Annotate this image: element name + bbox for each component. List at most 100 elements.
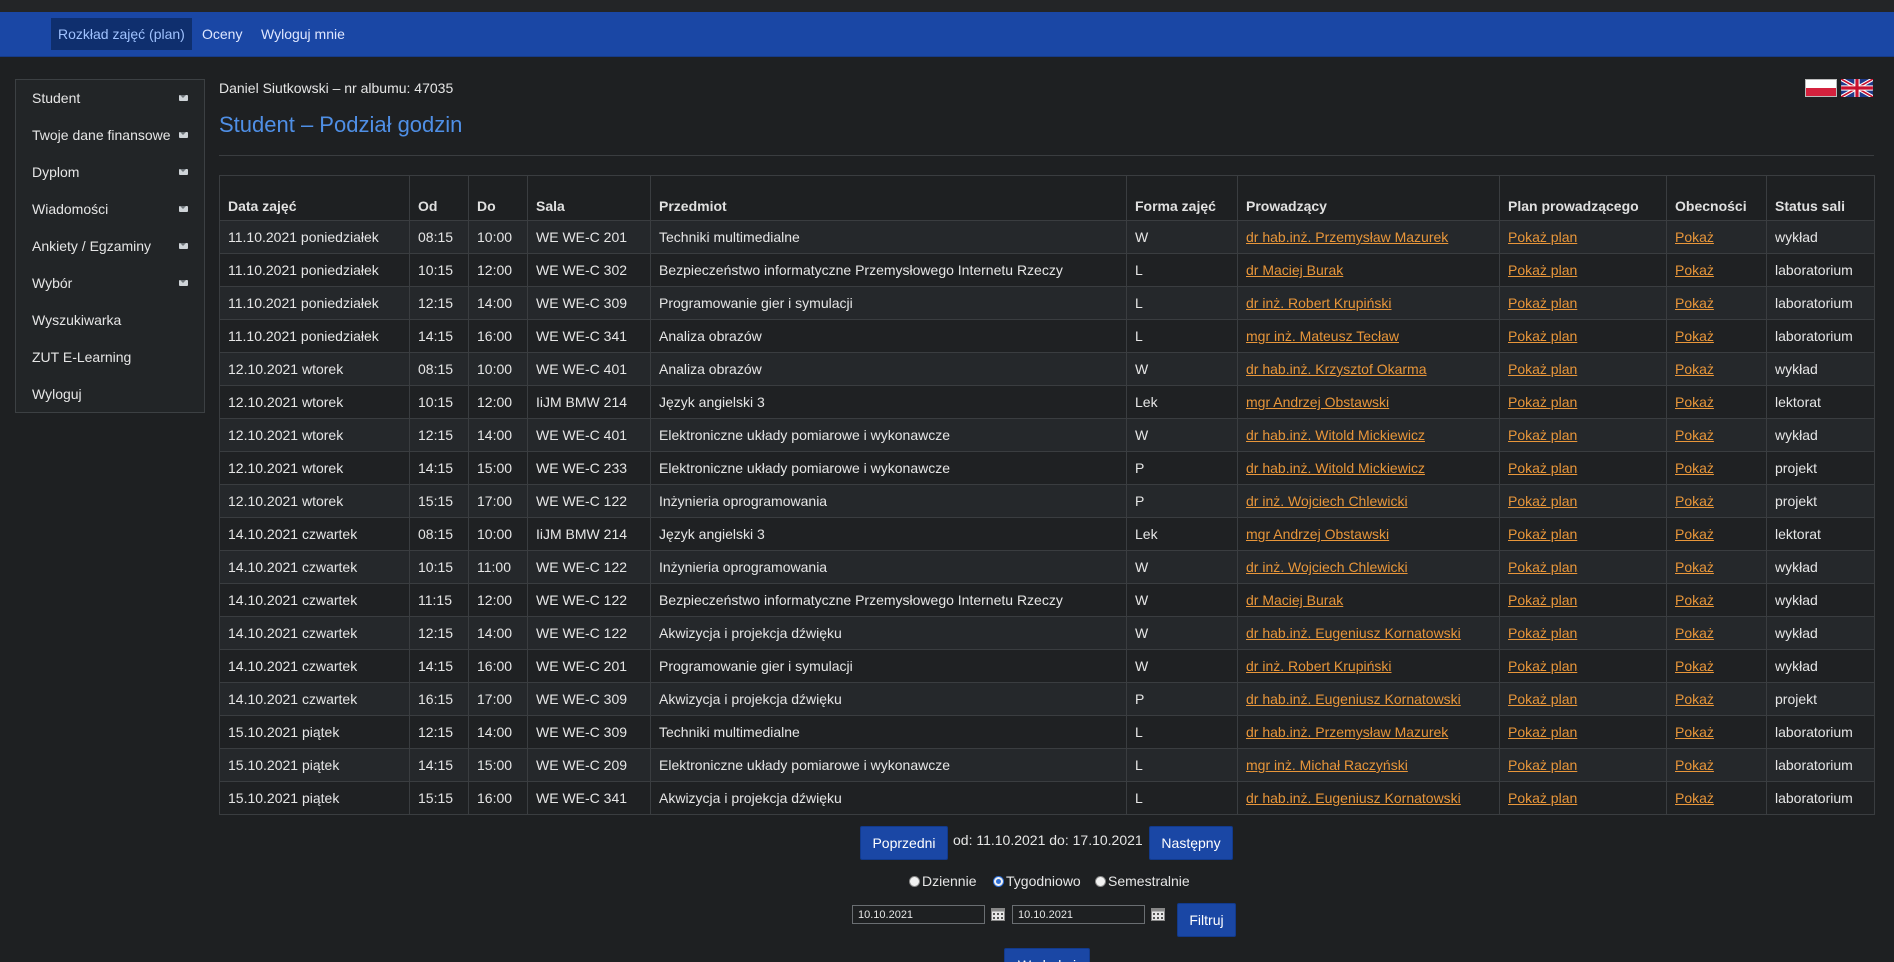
show-attendance-link[interactable]: Pokaż: [1675, 559, 1714, 575]
radio-weekly-circle[interactable]: [993, 876, 1004, 887]
lecturer-link[interactable]: dr Maciej Burak: [1246, 592, 1343, 608]
nav-schedule[interactable]: Rozkład zajęć (plan): [51, 18, 192, 50]
show-plan-link[interactable]: Pokaż plan: [1508, 361, 1577, 377]
cell-lecturer-plan: Pokaż plan: [1499, 748, 1667, 782]
cell-lecturer-plan: Pokaż plan: [1499, 649, 1667, 683]
show-attendance-link[interactable]: Pokaż: [1675, 229, 1714, 245]
radio-weekly[interactable]: Tygodniowo: [993, 872, 1081, 890]
uk-flag-icon[interactable]: [1841, 79, 1873, 97]
show-attendance-link[interactable]: Pokaż: [1675, 394, 1714, 410]
sidebar-item-diploma[interactable]: Dyplom: [16, 154, 204, 191]
nav-grades[interactable]: Oceny: [195, 18, 249, 50]
show-attendance-link[interactable]: Pokaż: [1675, 493, 1714, 509]
date-to-input[interactable]: [1012, 905, 1145, 924]
cell-form: Lek: [1126, 385, 1238, 419]
radio-semester-circle[interactable]: [1095, 876, 1106, 887]
cell-attendance: Pokaż: [1666, 253, 1767, 287]
nav-logout[interactable]: Wyloguj mnie: [254, 18, 352, 50]
cell-subject: Bezpieczeństwo informatyczne Przemysłowe…: [650, 253, 1127, 287]
envelope-icon: [179, 169, 188, 175]
show-attendance-link[interactable]: Pokaż: [1675, 526, 1714, 542]
lecturer-link[interactable]: mgr inż. Mateusz Tecław: [1246, 328, 1399, 344]
cell-to: 12:00: [468, 583, 528, 617]
lecturer-link[interactable]: dr hab.inż. Eugeniusz Kornatowski: [1246, 790, 1461, 806]
cell-room: WE WE-C 122: [527, 550, 651, 584]
lecturer-link[interactable]: dr hab.inż. Przemysław Mazurek: [1246, 724, 1448, 740]
show-plan-link[interactable]: Pokaż plan: [1508, 493, 1577, 509]
show-attendance-link[interactable]: Pokaż: [1675, 460, 1714, 476]
show-plan-link[interactable]: Pokaż plan: [1508, 691, 1577, 707]
cell-from: 15:15: [409, 484, 469, 518]
lecturer-link[interactable]: dr hab.inż. Witold Mickiewicz: [1246, 427, 1425, 443]
show-plan-link[interactable]: Pokaż plan: [1508, 262, 1577, 278]
lecturer-link[interactable]: mgr Andrzej Obstawski: [1246, 526, 1389, 542]
show-attendance-link[interactable]: Pokaż: [1675, 724, 1714, 740]
calendar-icon[interactable]: [1151, 908, 1165, 921]
lecturer-link[interactable]: dr hab.inż. Przemysław Mazurek: [1246, 229, 1448, 245]
sidebar-item-messages[interactable]: Wiadomości: [16, 191, 204, 228]
cell-form: L: [1126, 715, 1238, 749]
show-plan-link[interactable]: Pokaż plan: [1508, 229, 1577, 245]
sidebar-item-elearning[interactable]: ZUT E-Learning: [16, 339, 204, 376]
show-plan-link[interactable]: Pokaż plan: [1508, 460, 1577, 476]
show-attendance-link[interactable]: Pokaż: [1675, 592, 1714, 608]
show-plan-link[interactable]: Pokaż plan: [1508, 592, 1577, 608]
lecturer-link[interactable]: dr hab.inż. Eugeniusz Kornatowski: [1246, 691, 1461, 707]
lecturer-link[interactable]: dr hab.inż. Eugeniusz Kornatowski: [1246, 625, 1461, 641]
cell-to: 15:00: [468, 451, 528, 485]
cell-attendance: Pokaż: [1666, 352, 1767, 386]
lecturer-link[interactable]: dr inż. Robert Krupiński: [1246, 658, 1392, 674]
radio-semester[interactable]: Semestralnie: [1095, 872, 1190, 890]
lecturer-link[interactable]: dr hab.inż. Witold Mickiewicz: [1246, 460, 1425, 476]
lecturer-link[interactable]: mgr Andrzej Obstawski: [1246, 394, 1389, 410]
next-button[interactable]: Następny: [1149, 826, 1233, 860]
radio-daily[interactable]: Dziennie: [909, 872, 976, 890]
show-plan-link[interactable]: Pokaż plan: [1508, 328, 1577, 344]
lecturer-link[interactable]: dr inż. Wojciech Chlewicki: [1246, 493, 1408, 509]
table-row: 15.10.2021 piątek 15:15 16:00 WE WE-C 341 Ak…: [219, 781, 1875, 815]
lecturer-link[interactable]: dr Maciej Burak: [1246, 262, 1343, 278]
sidebar-item-surveys-exams[interactable]: Ankiety / Egzaminy: [16, 228, 204, 265]
show-attendance-link[interactable]: Pokaż: [1675, 262, 1714, 278]
cell-lecturer: mgr inż. Mateusz Tecław: [1237, 319, 1500, 353]
sidebar-item-student[interactable]: Student: [16, 80, 204, 117]
calendar-icon[interactable]: [991, 908, 1005, 921]
show-plan-link[interactable]: Pokaż plan: [1508, 394, 1577, 410]
show-attendance-link[interactable]: Pokaż: [1675, 361, 1714, 377]
show-plan-link[interactable]: Pokaż plan: [1508, 757, 1577, 773]
show-attendance-link[interactable]: Pokaż: [1675, 328, 1714, 344]
show-attendance-link[interactable]: Pokaż: [1675, 757, 1714, 773]
lecturer-link[interactable]: dr inż. Wojciech Chlewicki: [1246, 559, 1408, 575]
show-attendance-link[interactable]: Pokaż: [1675, 658, 1714, 674]
prev-button[interactable]: Poprzedni: [860, 826, 948, 860]
lecturer-link[interactable]: mgr inż. Michał Raczyński: [1246, 757, 1408, 773]
show-attendance-link[interactable]: Pokaż: [1675, 295, 1714, 311]
show-plan-link[interactable]: Pokaż plan: [1508, 427, 1577, 443]
show-attendance-link[interactable]: Pokaż: [1675, 625, 1714, 641]
lecturer-link[interactable]: dr hab.inż. Krzysztof Okarma: [1246, 361, 1427, 377]
show-attendance-link[interactable]: Pokaż: [1675, 790, 1714, 806]
show-plan-link[interactable]: Pokaż plan: [1508, 559, 1577, 575]
lecturer-link[interactable]: dr inż. Robert Krupiński: [1246, 295, 1392, 311]
sidebar-item-search[interactable]: Wyszukiwarka: [16, 302, 204, 339]
show-attendance-link[interactable]: Pokaż: [1675, 691, 1714, 707]
show-plan-link[interactable]: Pokaż plan: [1508, 658, 1577, 674]
cell-to: 12:00: [468, 253, 528, 287]
sidebar-item-choice[interactable]: Wybór: [16, 265, 204, 302]
show-plan-link[interactable]: Pokaż plan: [1508, 790, 1577, 806]
show-plan-link[interactable]: Pokaż plan: [1508, 526, 1577, 542]
show-plan-link[interactable]: Pokaż plan: [1508, 724, 1577, 740]
filter-button[interactable]: Filtruj: [1177, 903, 1236, 937]
col-header-subject: Przedmiot: [650, 175, 1127, 221]
sidebar-item-logout[interactable]: Wyloguj: [16, 376, 204, 413]
sidebar-item-finances[interactable]: Twoje dane finansowe: [16, 117, 204, 154]
schedule-table: Data zajęć Od Do Sala Przedmiot Forma za…: [219, 175, 1875, 815]
cell-form: Lek: [1126, 517, 1238, 551]
show-plan-link[interactable]: Pokaż plan: [1508, 295, 1577, 311]
show-plan-link[interactable]: Pokaż plan: [1508, 625, 1577, 641]
date-from-input[interactable]: [852, 905, 985, 924]
show-attendance-link[interactable]: Pokaż: [1675, 427, 1714, 443]
polish-flag-icon[interactable]: [1805, 79, 1837, 97]
print-button[interactable]: Wydrukuj: [1004, 948, 1090, 962]
radio-daily-circle[interactable]: [909, 876, 920, 887]
